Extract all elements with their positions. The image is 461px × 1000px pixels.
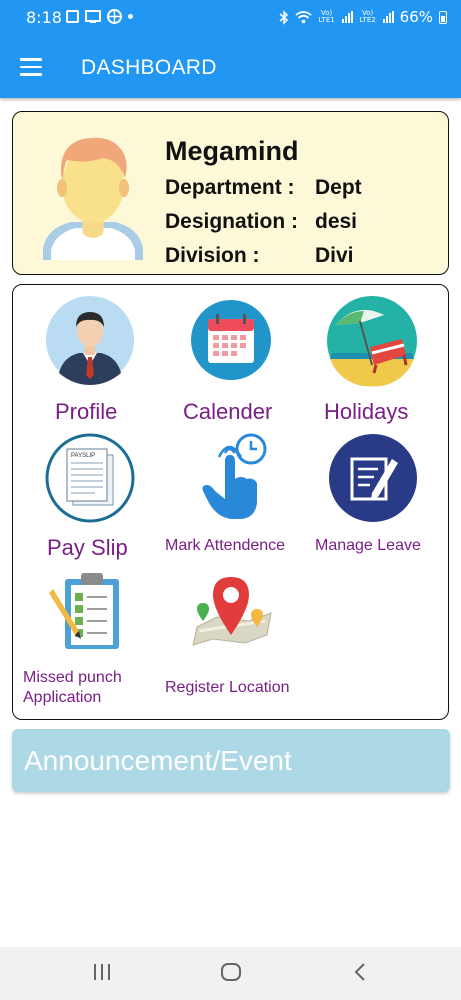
system-nav-bar <box>0 947 461 1000</box>
beach-chair-icon <box>327 296 417 387</box>
page-title: DASHBOARD <box>81 56 217 79</box>
recent-apps-icon[interactable] <box>92 959 112 985</box>
profile-icon <box>46 296 134 385</box>
wifi-icon <box>295 11 312 24</box>
calender-label: Calender <box>183 399 273 424</box>
division-label: Division : <box>165 244 260 267</box>
mark-attendence-tile[interactable]: Mark Attendence <box>165 431 303 561</box>
pay-slip-tile[interactable]: PAYSLIP Pay Slip <box>35 431 145 561</box>
calender-tile[interactable]: Calender <box>178 293 288 425</box>
designation-label: Designation : <box>165 210 299 233</box>
battery-icon <box>439 10 447 24</box>
clipboard-icon <box>49 573 119 649</box>
announcement-label: Announcement/Event <box>24 745 292 776</box>
register-location-tile[interactable]: Register Location <box>161 567 303 713</box>
announcement-button[interactable]: Announcement/Event <box>12 729 450 792</box>
designation-row: Designation : desi <box>165 210 357 234</box>
soccer-icon <box>107 9 122 24</box>
designation-value: desi <box>315 210 358 233</box>
sim2-label: Vo) LTE2 <box>359 9 376 24</box>
app-bar: DASHBOARD <box>0 36 461 98</box>
dot-icon <box>128 14 133 19</box>
person-avatar-icon <box>43 137 143 260</box>
status-bar: 8:18 Vo) LTE1 Vo) LTE2 66% <box>0 0 461 36</box>
sim1-label: Vo) LTE1 <box>318 9 335 24</box>
manage-leave-label: Manage Leave <box>315 537 421 554</box>
missed-punch-tile[interactable]: Missed punch Application <box>21 567 151 713</box>
status-time: 8:18 <box>26 8 62 27</box>
division-row: Division : Divi <box>165 244 354 268</box>
back-icon[interactable] <box>350 959 370 985</box>
svg-text:PAYSLIP: PAYSLIP <box>71 453 95 459</box>
missed-punch-label-line2: Application <box>23 689 102 706</box>
register-location-label: Register Location <box>165 679 290 696</box>
map-pin-icon <box>192 577 272 646</box>
status-left-icons <box>66 9 133 24</box>
profile-tile[interactable]: Profile <box>35 293 145 425</box>
department-value: Dept <box>315 176 362 199</box>
mark-attendence-label: Mark Attendence <box>165 537 286 554</box>
department-label: Department : <box>165 176 295 199</box>
payslip-icon: PAYSLIP <box>45 433 135 523</box>
employee-name: Megamind <box>165 136 299 166</box>
battery-percent: 66% <box>399 8 433 26</box>
holidays-tile[interactable]: Holidays <box>318 293 436 425</box>
missed-punch-label-line1: Missed punch <box>23 669 122 686</box>
calendar-icon <box>191 300 271 380</box>
profile-card: Megamind Department : Dept Designation : d… <box>12 111 449 275</box>
signal-icon <box>382 11 394 23</box>
department-row: Department : Dept <box>165 176 362 200</box>
pay-slip-label: Pay Slip <box>47 535 128 560</box>
edit-note-icon <box>329 434 417 522</box>
touch-hand-icon <box>202 433 267 519</box>
hamburger-menu-icon[interactable] <box>20 58 42 76</box>
cast-icon <box>85 9 101 23</box>
holidays-label: Holidays <box>324 399 409 424</box>
signal-icon <box>341 11 353 23</box>
bluetooth-icon <box>279 9 288 25</box>
status-right-icons: Vo) LTE1 Vo) LTE2 66% <box>279 8 447 26</box>
gallery-icon <box>66 10 79 23</box>
division-value: Divi <box>315 244 354 267</box>
manage-leave-tile[interactable]: Manage Leave <box>315 431 439 561</box>
profile-label: Profile <box>55 399 118 424</box>
home-icon[interactable] <box>219 959 243 985</box>
menu-grid: Profile Calender Holidays PAYSLIP Pay Sl… <box>12 284 449 720</box>
